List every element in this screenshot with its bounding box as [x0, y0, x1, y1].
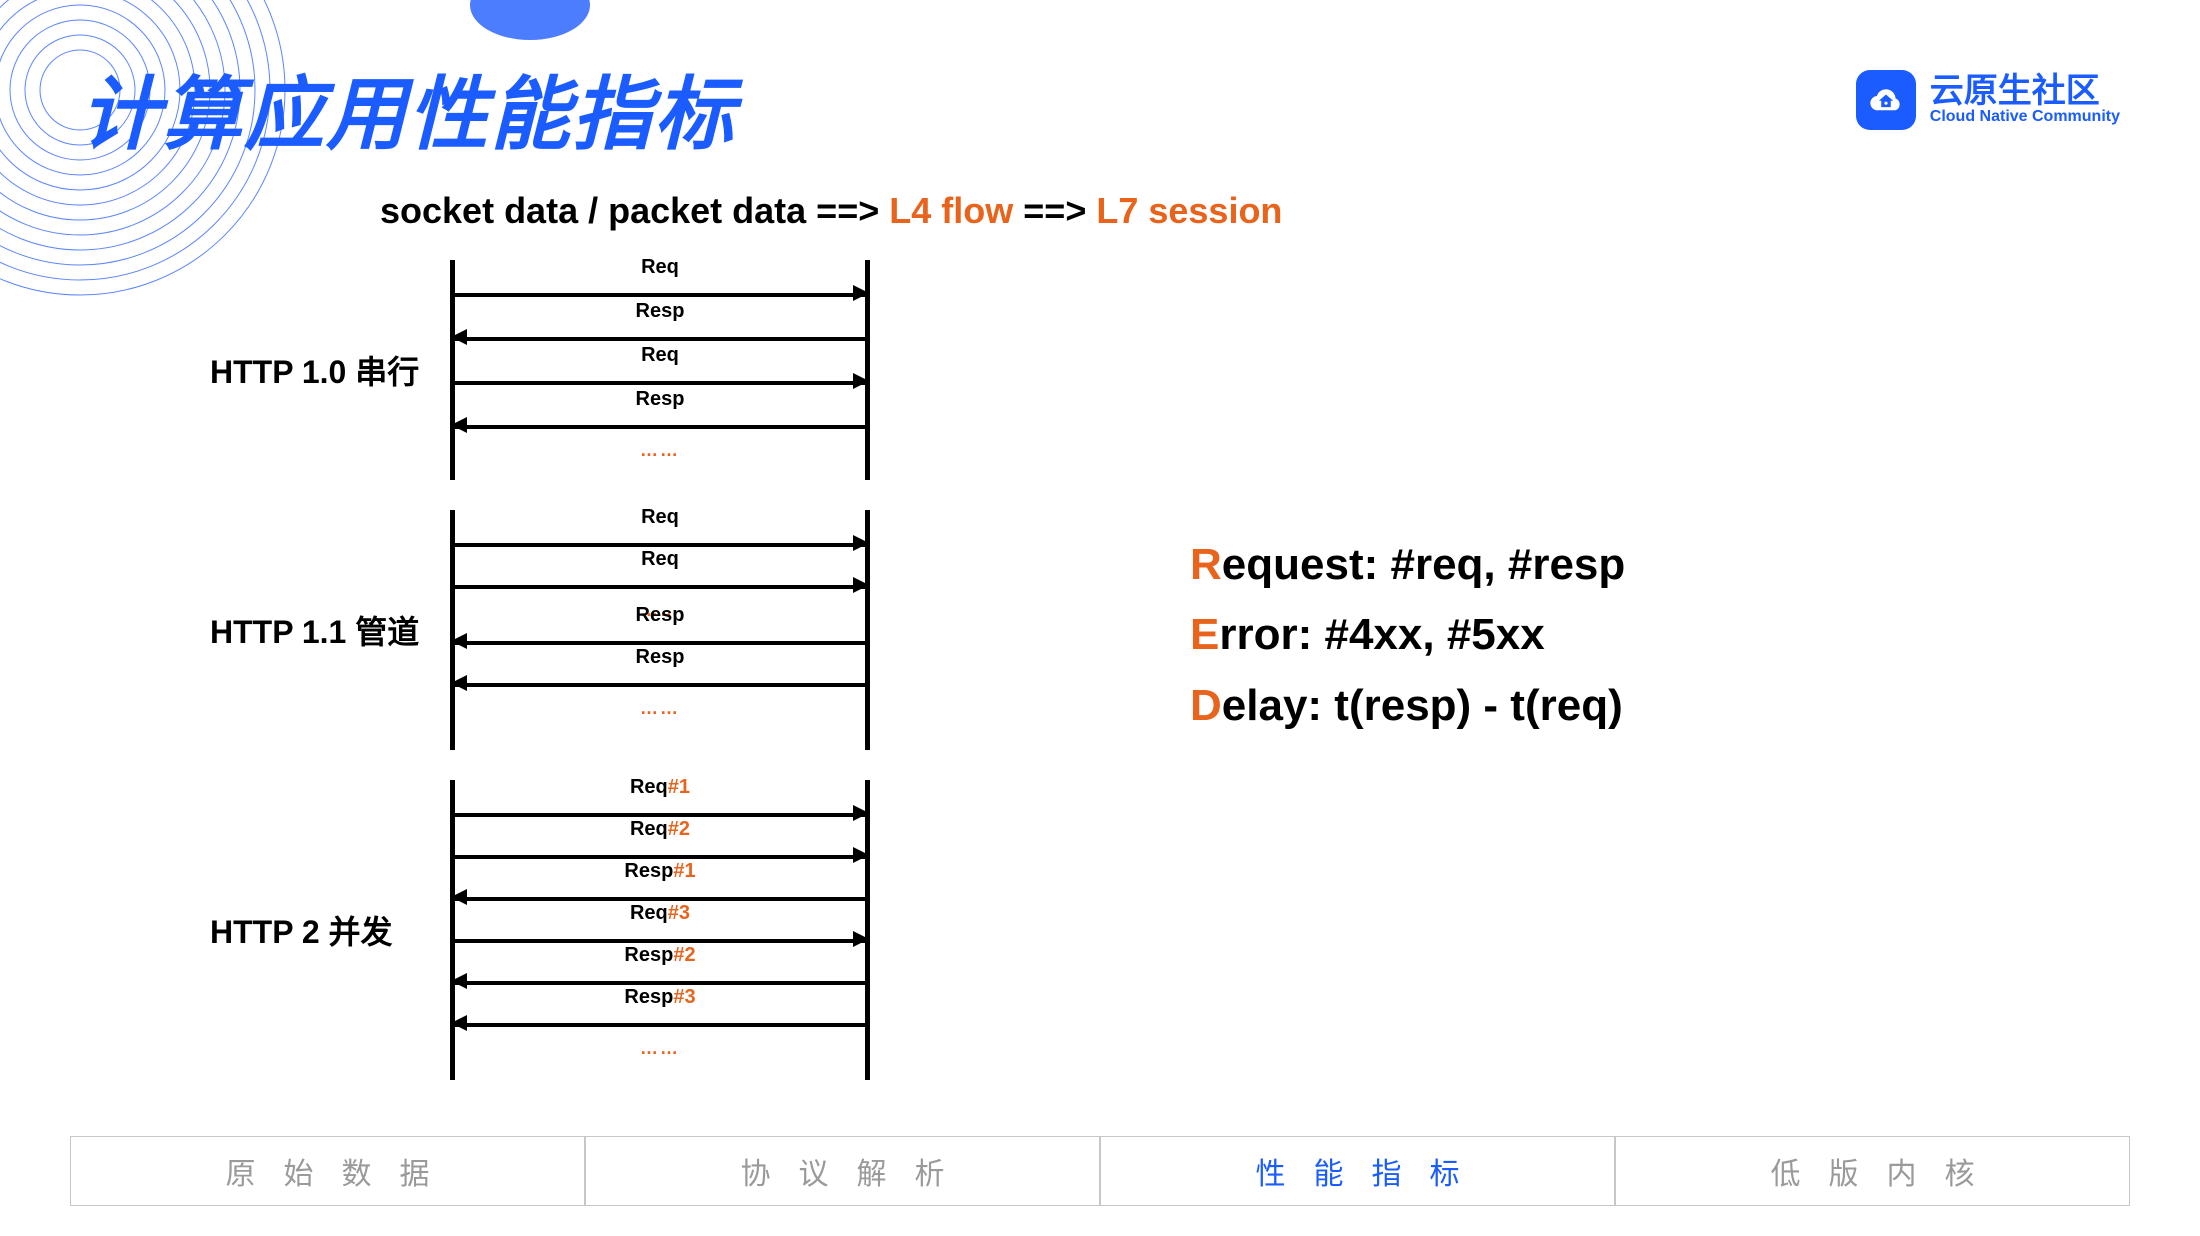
ellipsis: …… — [450, 440, 870, 460]
tab-low-kernel[interactable]: 低版内核 — [1615, 1136, 2130, 1206]
logo-text-cn: 云原生社区 — [1930, 74, 2120, 110]
section-label: HTTP 1.0 串行 — [210, 347, 450, 393]
sequence-diagrams: HTTP 1.0 串行 Req Resp Req Resp …… HTTP 1.… — [210, 260, 870, 1080]
section-label: HTTP 1.1 管道 — [210, 607, 450, 653]
brand-logo: 云原生社区 Cloud Native Community — [1856, 70, 2120, 130]
logo-text-en: Cloud Native Community — [1930, 109, 2120, 126]
slide-title: 计算应用性能指标 — [80, 50, 736, 166]
section-http11: HTTP 1.1 管道 Req Req …… Resp Resp …… — [210, 510, 870, 750]
tab-perf-metrics[interactable]: 性能指标 — [1100, 1136, 1615, 1206]
red-metrics: Request: #req, #resp Error: #4xx, #5xx D… — [1190, 530, 1625, 741]
tab-protocol-parse[interactable]: 协议解析 — [585, 1136, 1100, 1206]
bottom-tabs: 原始数据 协议解析 性能指标 低版内核 — [70, 1136, 2130, 1206]
seq-http11: Req Req …… Resp Resp …… — [450, 510, 870, 750]
metric-error: Error: #4xx, #5xx — [1190, 600, 1625, 670]
pipeline-text: socket data / packet data ==> L4 flow ==… — [380, 190, 1282, 232]
metric-request: Request: #req, #resp — [1190, 530, 1625, 600]
tab-raw-data[interactable]: 原始数据 — [70, 1136, 585, 1206]
arrow-resp: Resp — [453, 410, 867, 440]
ellipsis: …… — [450, 698, 870, 718]
seq-http2: Req#1 Req#2 Resp#1 Req#3 Resp#2 Resp#3 …… — [450, 780, 870, 1080]
seq-http10: Req Resp Req Resp …… — [450, 260, 870, 480]
metric-delay: Delay: t(resp) - t(req) — [1190, 671, 1625, 741]
section-http10: HTTP 1.0 串行 Req Resp Req Resp …… — [210, 260, 870, 480]
cloud-house-icon — [1856, 70, 1916, 130]
section-http2: HTTP 2 并发 Req#1 Req#2 Resp#1 Req#3 Resp#… — [210, 780, 870, 1080]
arrow-req: Req — [453, 570, 867, 600]
ellipsis: …… — [450, 1038, 870, 1058]
decorative-blob — [470, 0, 590, 40]
section-label: HTTP 2 并发 — [210, 907, 450, 953]
arrow-resp3: Resp#3 — [453, 1008, 867, 1038]
arrow-resp: Resp — [453, 668, 867, 698]
